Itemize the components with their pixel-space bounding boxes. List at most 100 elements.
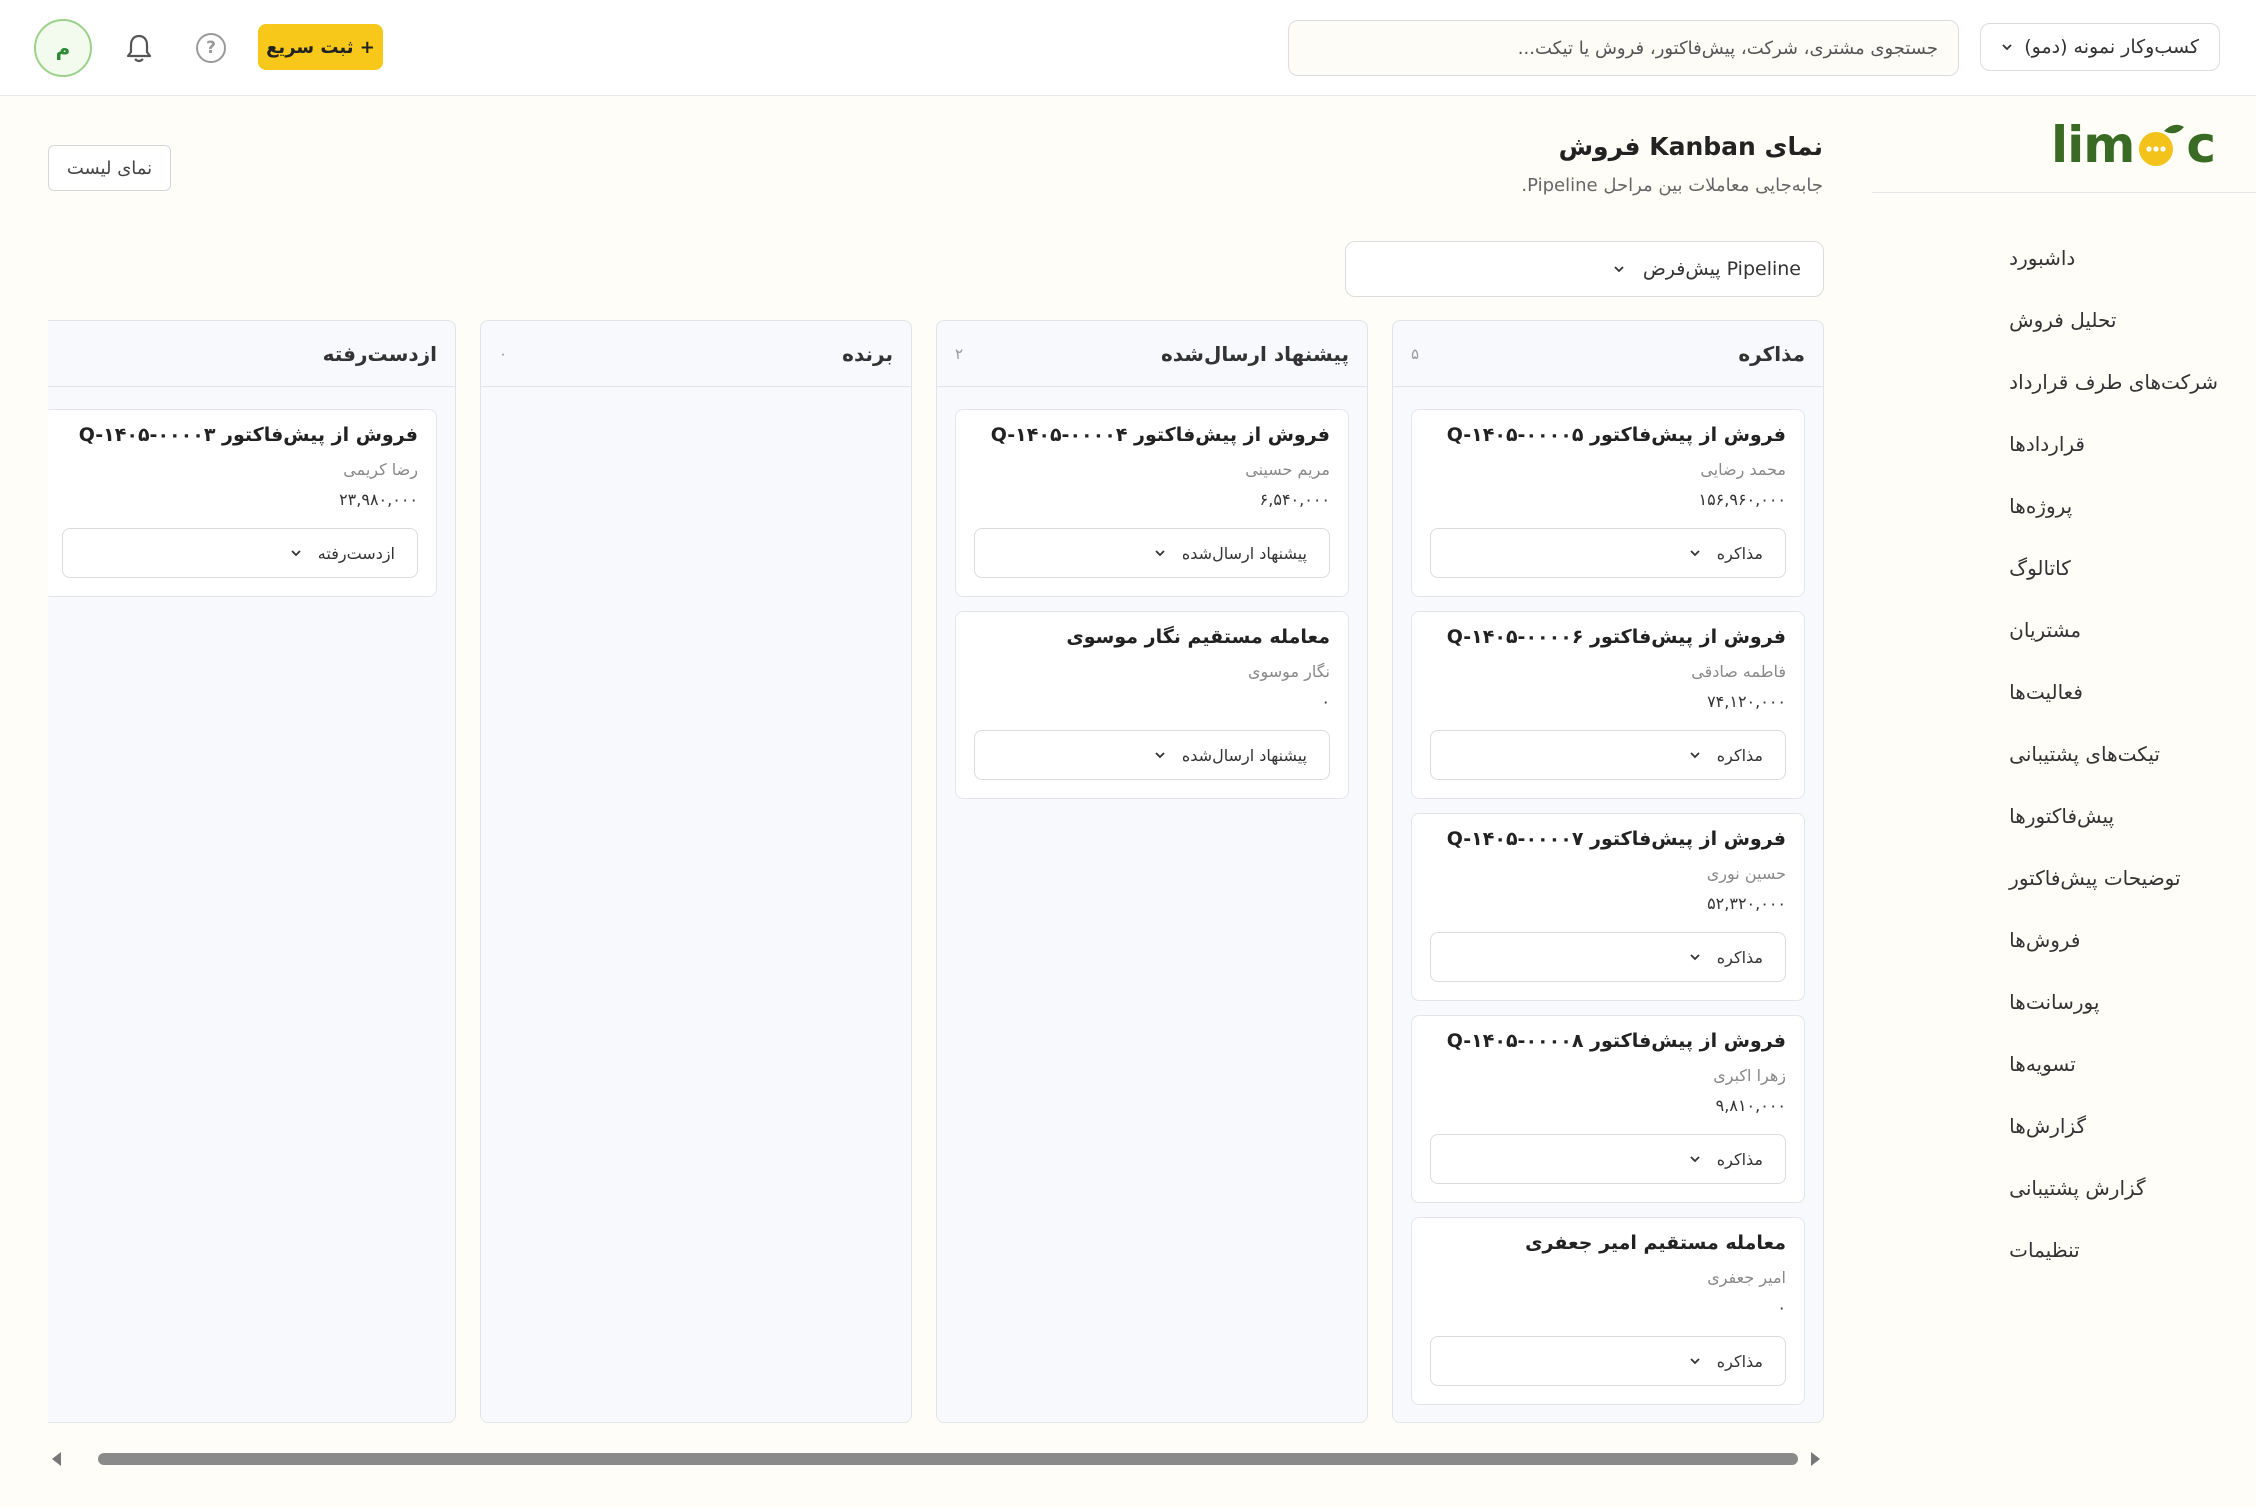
deal-title: فروش از پیش‌فاکتور Q-۱۴۰۵-۰۰۰۰۶: [1446, 626, 1786, 648]
chevron-down-icon: [2002, 44, 2012, 51]
sidebar-item-dashboard[interactable]: داشبورد: [2009, 227, 2218, 289]
kanban-column-won: برنده ۰: [480, 320, 912, 1423]
deal-amount: ۶,۵۴۰,۰۰۰: [1259, 490, 1330, 509]
sidebar-item-quote-notes[interactable]: توضیحات پیش‌فاکتور: [2009, 847, 2218, 909]
avatar[interactable]: م: [34, 19, 92, 77]
stage-select-label: مذاکره: [1716, 947, 1763, 967]
chevron-down-icon: [1155, 550, 1165, 557]
sidebar-item-commissions[interactable]: پورسانت‌ها: [2009, 971, 2218, 1033]
business-select[interactable]: کسب‌وکار نمونه (دمو): [1980, 23, 2220, 71]
sidebar-item-contracts[interactable]: قراردادها: [2009, 413, 2218, 475]
deal-title: فروش از پیش‌فاکتور Q-۱۴۰۵-۰۰۰۰۷: [1446, 828, 1786, 850]
pipeline-select[interactable]: Pipeline پیش‌فرض: [1345, 241, 1824, 297]
horizontal-scrollbar[interactable]: [48, 1444, 1824, 1474]
sidebar-item-sales-analysis[interactable]: تحلیل فروش: [2009, 289, 2218, 351]
business-select-label: کسب‌وکار نمونه (دمو): [2024, 36, 2199, 58]
stage-select-label: پیشنهاد ارسال‌شده: [1181, 543, 1307, 563]
scrollbar-thumb[interactable]: [98, 1453, 1798, 1465]
logo-text: lim: [2050, 116, 2135, 174]
scroll-right-arrow-icon[interactable]: [1811, 1452, 1820, 1466]
stage-select[interactable]: مذاکره: [1430, 1336, 1786, 1386]
column-title: پیشنهاد ارسال‌شده: [1160, 341, 1349, 366]
logo-leaf-icon: [2139, 124, 2185, 166]
stage-select[interactable]: پیشنهاد ارسال‌شده: [974, 730, 1330, 780]
column-header: مذاکره ۵: [1393, 321, 1823, 387]
bell-icon[interactable]: [122, 31, 156, 65]
page-title: نمای Kanban فروش: [1558, 132, 1823, 161]
sidebar-item-catalog[interactable]: کاتالوگ: [2009, 537, 2218, 599]
sidebar-item-projects[interactable]: پروژه‌ها: [2009, 475, 2218, 537]
sidebar-item-support-report[interactable]: گزارش پشتیبانی: [2009, 1157, 2218, 1219]
deal-card[interactable]: معامله مستقیم نگار موسوی نگار موسوی ۰ پی…: [955, 611, 1349, 799]
chevron-down-icon: [1614, 266, 1624, 273]
column-header: برنده ۰: [481, 321, 911, 387]
kanban-column-proposal-sent: پیشنهاد ارسال‌شده ۲ فروش از پیش‌فاکتور Q…: [936, 320, 1368, 1423]
sidebar-item-reports[interactable]: گزارش‌ها: [2009, 1095, 2218, 1157]
logo[interactable]: lim c: [2051, 115, 2216, 175]
deal-card[interactable]: فروش از پیش‌فاکتور Q-۱۴۰۵-۰۰۰۰۶ فاطمه صا…: [1411, 611, 1805, 799]
column-title: ازدست‌رفته: [322, 341, 437, 366]
sidebar-item-sales[interactable]: فروش‌ها: [2009, 909, 2218, 971]
stage-select[interactable]: پیشنهاد ارسال‌شده: [974, 528, 1330, 578]
deal-amount: ۷۴,۱۲۰,۰۰۰: [1707, 692, 1786, 711]
stage-select-label: ازدست‌رفته: [317, 543, 395, 563]
column-count: ۰: [499, 344, 508, 363]
top-header: کسب‌وکار نمونه (دمو) + ثبت سریع ? م: [0, 0, 2256, 96]
deal-contact: امیر جعفری: [1707, 1268, 1786, 1287]
stage-select[interactable]: مذاکره: [1430, 730, 1786, 780]
deal-contact: مریم حسینی: [1245, 460, 1330, 479]
scroll-left-arrow-icon[interactable]: [52, 1452, 61, 1466]
stage-select-label: مذاکره: [1716, 1351, 1763, 1371]
column-header: ازدست‌رفته: [48, 321, 455, 387]
stage-select[interactable]: مذاکره: [1430, 1134, 1786, 1184]
deal-title: فروش از پیش‌فاکتور Q-۱۴۰۵-۰۰۰۰۸: [1446, 1030, 1786, 1052]
deal-card[interactable]: فروش از پیش‌فاکتور Q-۱۴۰۵-۰۰۰۰۳ رضا کریم…: [48, 409, 437, 597]
chevron-down-icon: [1690, 752, 1700, 759]
stage-select[interactable]: مذاکره: [1430, 528, 1786, 578]
stage-select[interactable]: ازدست‌رفته: [62, 528, 418, 578]
deal-title: فروش از پیش‌فاکتور Q-۱۴۰۵-۰۰۰۰۴: [990, 424, 1330, 446]
deal-contact: حسین نوری: [1706, 864, 1786, 883]
deal-amount: ۰: [1777, 1298, 1786, 1317]
sidebar-item-activities[interactable]: فعالیت‌ها: [2009, 661, 2218, 723]
deal-card[interactable]: فروش از پیش‌فاکتور Q-۱۴۰۵-۰۰۰۰۵ محمد رضا…: [1411, 409, 1805, 597]
chevron-down-icon: [1690, 954, 1700, 961]
sidebar-item-contract-companies[interactable]: شرکت‌های طرف قرارداد: [2009, 351, 2218, 413]
list-view-button[interactable]: نمای لیست: [48, 145, 171, 191]
sidebar-divider: [1872, 192, 2256, 193]
deal-card[interactable]: فروش از پیش‌فاکتور Q-۱۴۰۵-۰۰۰۰۴ مریم حسی…: [955, 409, 1349, 597]
stage-select[interactable]: مذاکره: [1430, 932, 1786, 982]
page-subtitle: جابه‌جایی معاملات بین مراحل Pipeline.: [1521, 175, 1823, 196]
deal-amount: ۵۲,۳۲۰,۰۰۰: [1707, 894, 1786, 913]
deal-card[interactable]: فروش از پیش‌فاکتور Q-۱۴۰۵-۰۰۰۰۸ زهرا اکب…: [1411, 1015, 1805, 1203]
sidebar: lim c داشبورد تحلیل فروش شرکت‌های طرف قر…: [1872, 97, 2256, 1507]
pipeline-select-label: Pipeline پیش‌فرض: [1642, 258, 1801, 280]
deal-contact: فاطمه صادقی: [1691, 662, 1786, 681]
deal-card[interactable]: معامله مستقیم امیر جعفری امیر جعفری ۰ مذ…: [1411, 1217, 1805, 1405]
deal-amount: ۱۵۶,۹۶۰,۰۰۰: [1698, 490, 1786, 509]
sidebar-item-settlements[interactable]: تسویه‌ها: [2009, 1033, 2218, 1095]
column-count: ۵: [1411, 344, 1420, 363]
kanban-board: مذاکره ۵ فروش از پیش‌فاکتور Q-۱۴۰۵-۰۰۰۰۵…: [48, 320, 1824, 1423]
quick-add-button[interactable]: + ثبت سریع: [258, 24, 383, 70]
sidebar-item-settings[interactable]: تنظیمات: [2009, 1219, 2218, 1281]
sidebar-item-quotes[interactable]: پیش‌فاکتورها: [2009, 785, 2218, 847]
deal-amount: ۹,۸۱۰,۰۰۰: [1715, 1096, 1786, 1115]
stage-select-label: مذاکره: [1716, 745, 1763, 765]
sidebar-item-support-tickets[interactable]: تیکت‌های پشتیبانی: [2009, 723, 2218, 785]
help-icon[interactable]: ?: [196, 33, 226, 63]
search-input[interactable]: [1288, 20, 1959, 76]
kanban-column-negotiation: مذاکره ۵ فروش از پیش‌فاکتور Q-۱۴۰۵-۰۰۰۰۵…: [1392, 320, 1824, 1423]
deal-contact: محمد رضایی: [1700, 460, 1786, 479]
column-header: پیشنهاد ارسال‌شده ۲: [937, 321, 1367, 387]
sidebar-item-customers[interactable]: مشتریان: [2009, 599, 2218, 661]
deal-title: فروش از پیش‌فاکتور Q-۱۴۰۵-۰۰۰۰۵: [1446, 424, 1786, 446]
kanban-column-lost: ازدست‌رفته فروش از پیش‌فاکتور Q-۱۴۰۵-۰۰۰…: [48, 320, 456, 1423]
chevron-down-icon: [1690, 1156, 1700, 1163]
deal-card[interactable]: فروش از پیش‌فاکتور Q-۱۴۰۵-۰۰۰۰۷ حسین نور…: [1411, 813, 1805, 1001]
chevron-down-icon: [1690, 550, 1700, 557]
sidebar-nav: داشبورد تحلیل فروش شرکت‌های طرف قرارداد …: [2009, 227, 2218, 1281]
deal-amount: ۰: [1321, 692, 1330, 711]
chevron-down-icon: [1155, 752, 1165, 759]
column-title: مذاکره: [1738, 341, 1805, 366]
